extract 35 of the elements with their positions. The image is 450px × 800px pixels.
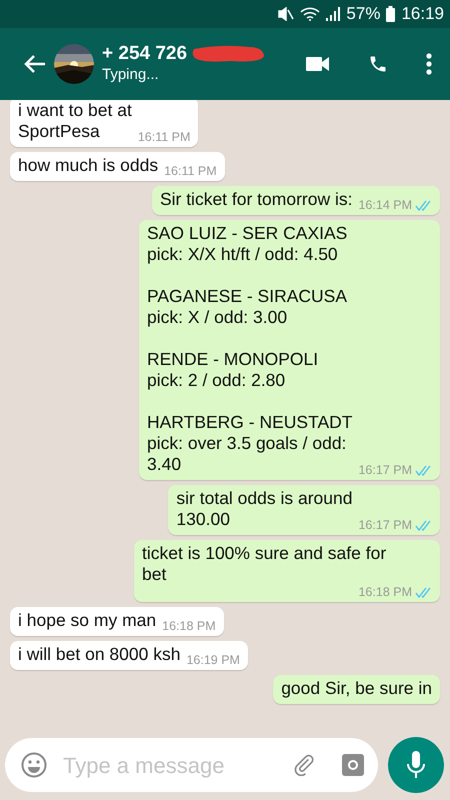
message-time: 16:11 PM (138, 130, 190, 144)
message-text: i will bet on 8000 ksh (18, 644, 180, 665)
battery-icon (386, 6, 396, 22)
signal-icon (326, 7, 340, 21)
message-text: i hope so my man (18, 610, 156, 631)
paperclip-icon[interactable] (294, 754, 316, 776)
message-text: sir total odds is around 130.00 (176, 488, 352, 530)
message-text: ticket is 100% sure and safe for bet (142, 543, 386, 585)
camera-icon[interactable] (342, 754, 364, 776)
phone-icon[interactable] (368, 54, 388, 74)
message-field[interactable]: Type a message (5, 738, 378, 792)
contact-status: Typing... (102, 65, 160, 85)
menu-icon[interactable] (426, 53, 432, 75)
message-time: 16:11 PM (164, 164, 217, 178)
wifi-icon (300, 7, 320, 21)
status-time: 16:19 (401, 3, 444, 26)
message-time: 16:17 PM (358, 518, 412, 532)
contact-name[interactable]: + 254 726 (102, 43, 188, 65)
microphone-icon (407, 751, 425, 779)
video-call-icon[interactable] (306, 56, 330, 72)
message-input[interactable]: Type a message (63, 748, 294, 782)
message-text: how much is odds (18, 155, 158, 176)
message-text: Sir ticket for tomorrow is: (160, 189, 352, 210)
emoji-icon[interactable] (21, 752, 47, 778)
message-time: 16:18 PM (162, 619, 216, 633)
message-time: 16:14 PM (358, 198, 412, 212)
back-icon[interactable] (24, 54, 46, 74)
message-text: SAO LUIZ - SER CAXIAS pick: X/X ht/ft / odd: 4.50 PAGANESE - SIRACUSA pick: X / odd: 3.00 RENDE - MONOPOLI pick: 2 / odd: 2.80 HARTBERG - NEUSTADT pick: over 3.5 goals / odd: 3.40 (147, 223, 352, 475)
message-time: 16:19 PM (186, 653, 240, 667)
message-time: 16:17 PM (358, 463, 412, 477)
battery-percent: 57% (346, 3, 380, 26)
message-text: i want to bet at SportPesa (18, 100, 132, 142)
message-time: 16:18 PM (358, 585, 412, 599)
message-text: good Sir, be sure in (281, 678, 432, 699)
mute-icon (278, 7, 294, 21)
